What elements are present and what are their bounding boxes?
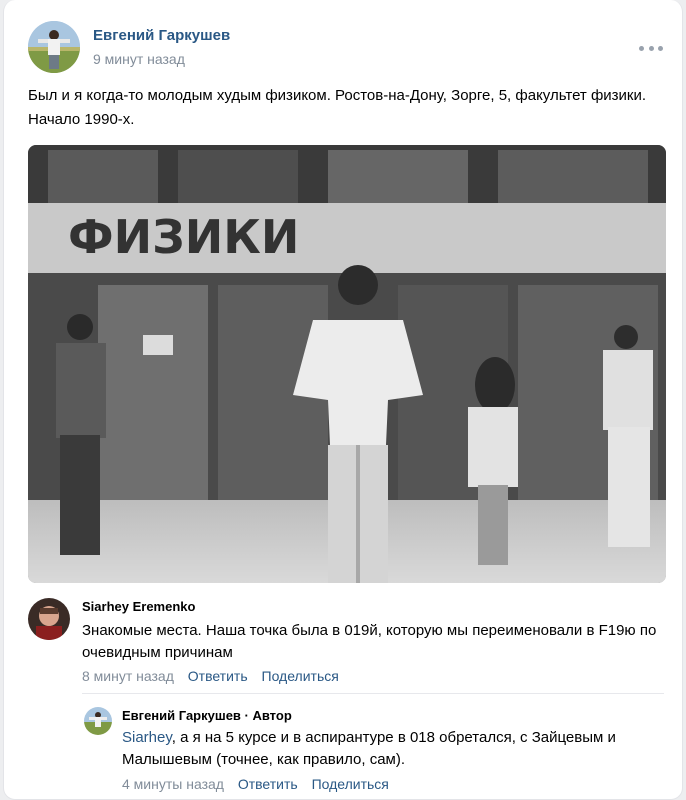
reply-button[interactable]: Ответить (238, 776, 298, 792)
mention-link[interactable]: Siarhey (122, 729, 172, 746)
reply-author[interactable]: Евгений Гаркушев · Автор (122, 708, 292, 723)
share-button[interactable]: Поделиться (312, 776, 389, 792)
post-time[interactable]: 9 минут назад (93, 51, 185, 67)
comment-divider (82, 693, 664, 694)
commenter-avatar[interactable] (28, 598, 70, 640)
share-button[interactable]: Поделиться (262, 668, 339, 684)
reply-text: Siarhey, а я на 5 курсе и в аспирантуре … (122, 727, 667, 771)
comment-time[interactable]: 8 минут назад (82, 668, 174, 684)
post-text: Был и я когда-то молодым худым физиком. … (28, 87, 647, 128)
reply-author-avatar[interactable] (84, 707, 112, 735)
comment-reply: Евгений Гаркушев · Автор Siarhey, а я на… (4, 707, 684, 797)
reply-time[interactable]: 4 минуты назад (122, 776, 224, 792)
reply-meta: 4 минуты назад Ответить Поделиться (122, 776, 389, 792)
comment-author[interactable]: Siarhey Eremenko (82, 599, 195, 614)
reply-body: , а я на 5 курсе и в аспирантуре в 018 о… (122, 729, 616, 768)
comment-meta: 8 минут назад Ответить Поделиться (82, 668, 339, 684)
photo-sign: ФИЗИКИ (68, 210, 299, 264)
post-header: Евгений Гаркушев 9 минут назад (28, 21, 668, 75)
more-horizontal-icon[interactable] (639, 39, 663, 57)
author-avatar[interactable] (28, 21, 80, 73)
reply-button[interactable]: Ответить (188, 668, 248, 684)
post-photo[interactable]: ФИЗИКИ (28, 145, 666, 583)
post-card: Евгений Гаркушев 9 минут назад Был и я к… (3, 0, 683, 800)
author-name[interactable]: Евгений Гаркушев (93, 27, 230, 44)
comment: Siarhey Eremenko Знакомые места. Наша то… (4, 598, 684, 692)
comment-text: Знакомые места. Наша точка была в 019й, … (82, 622, 657, 661)
